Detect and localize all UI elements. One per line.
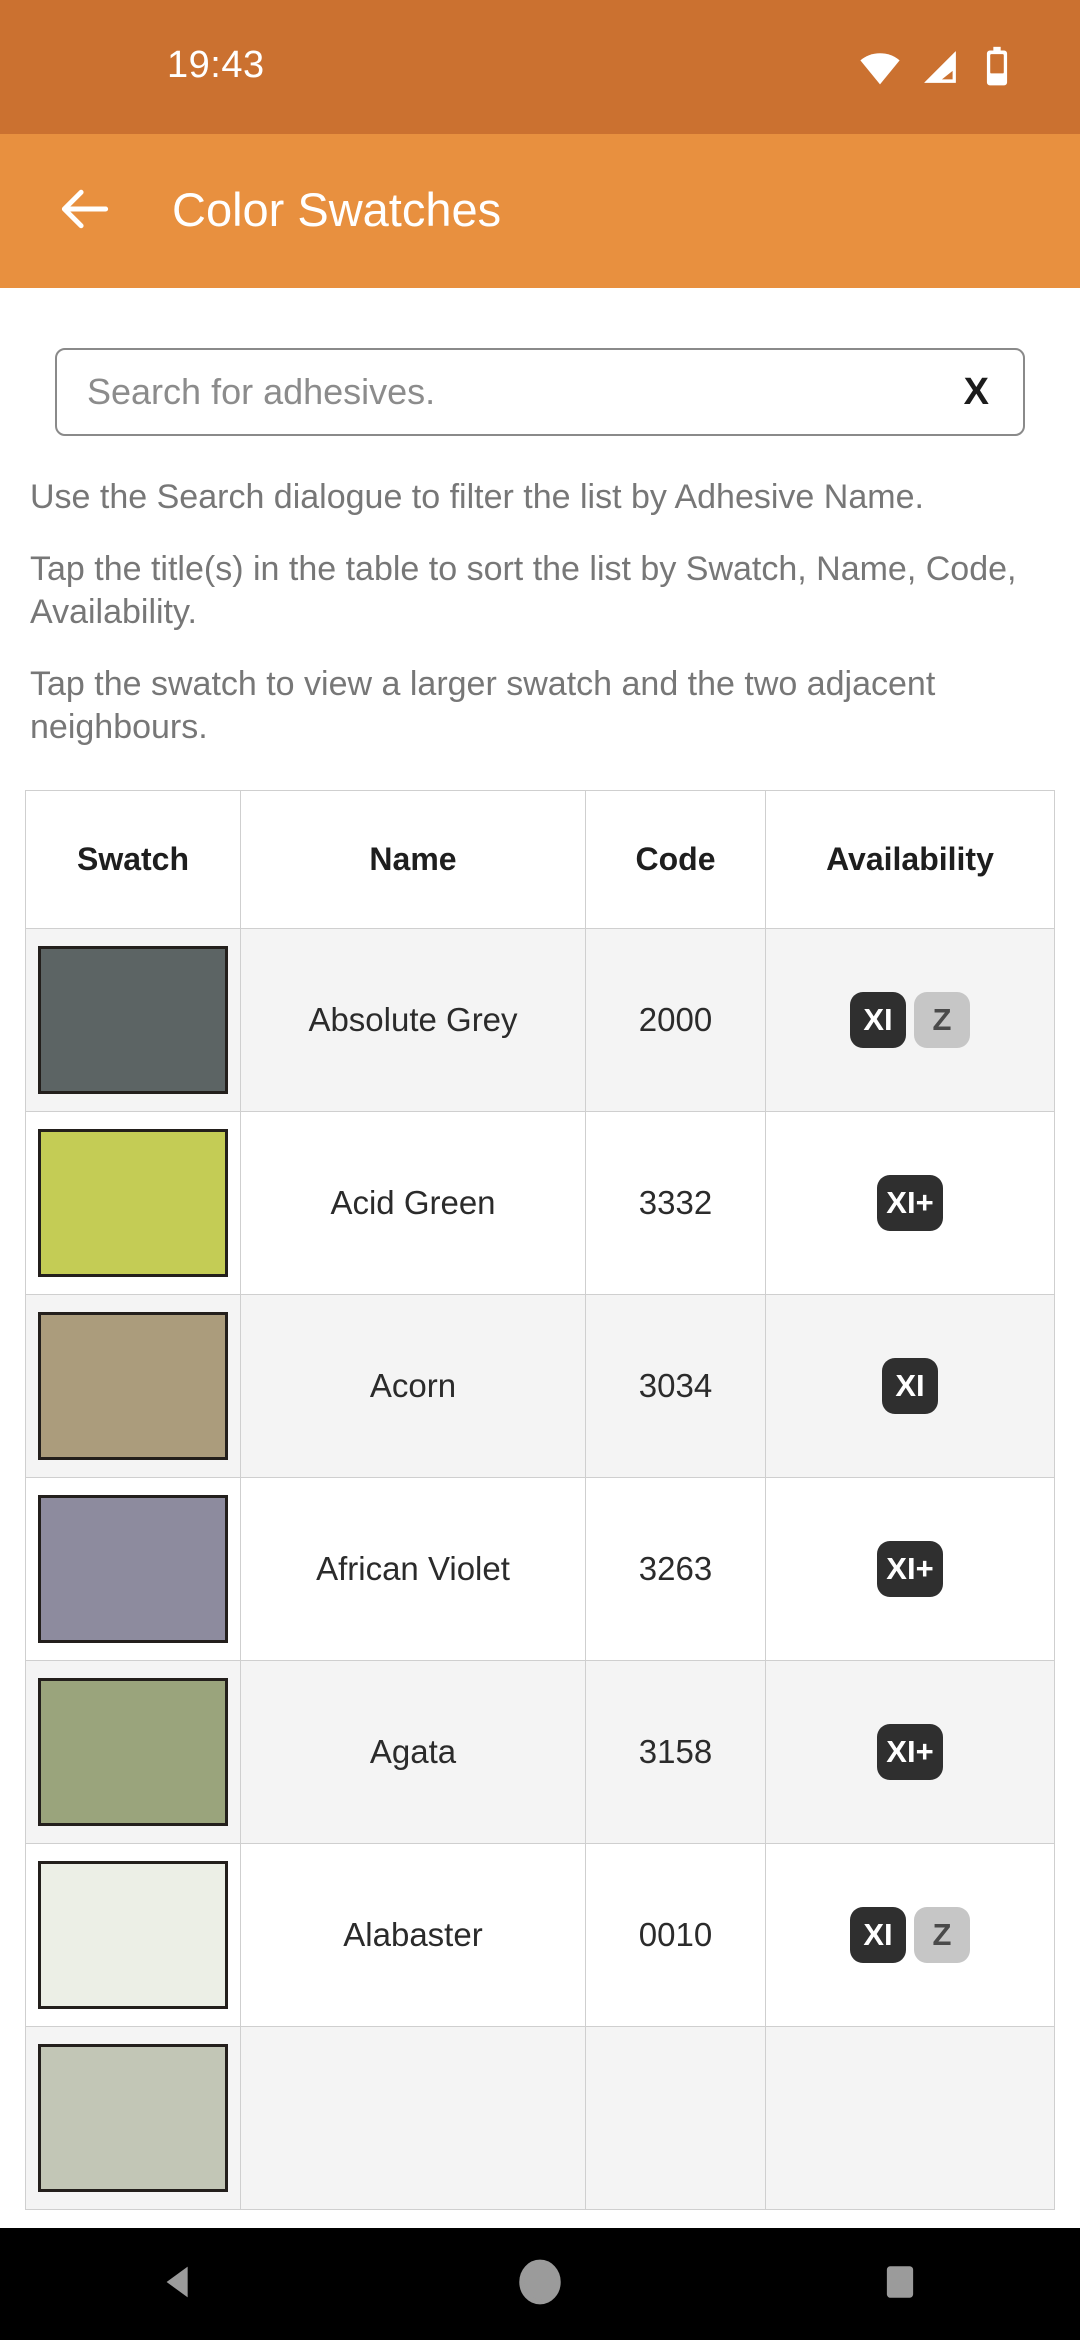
phone-screen: 19:43 Color Swatches Search for adhesive… — [0, 0, 1080, 2340]
wifi-icon — [858, 45, 902, 89]
color-swatch[interactable] — [38, 1311, 228, 1460]
availability-badges: XI+ — [766, 1174, 1054, 1231]
swatch-table-wrap: Swatch Name Code Availability Absolute G… — [0, 778, 1080, 2210]
availability-badges: XI Z — [766, 1906, 1054, 1963]
search-input[interactable] — [87, 371, 958, 413]
status-badge: XI+ — [877, 1174, 943, 1231]
column-header-swatch[interactable]: Swatch — [25, 789, 241, 929]
color-swatch[interactable] — [38, 2043, 228, 2192]
cell-name: Alabaster — [240, 1842, 586, 2027]
instruction-line-2: Tap the title(s) in the table to sort th… — [30, 549, 1017, 632]
cell-code: 2000 — [585, 927, 766, 1112]
cell-code: 0010 — [585, 1842, 766, 2027]
status-badge: XI+ — [877, 1540, 943, 1597]
availability-badges: XI Z — [766, 991, 1054, 1048]
status-clock: 19:43 — [167, 44, 265, 86]
table-row[interactable]: Agata 3158 XI+ — [25, 1659, 1055, 1844]
availability-badges: XI+ — [766, 1540, 1054, 1597]
search-section: X — [0, 288, 1080, 436]
app-bar: Color Swatches — [0, 134, 1080, 288]
cell-name: Agata — [240, 1659, 586, 1844]
instruction-line-1: Use the Search dialogue to filter the li… — [30, 478, 924, 516]
swatch-cell[interactable] — [25, 2025, 241, 2210]
status-badge: XI — [882, 1357, 938, 1414]
swatch-cell[interactable] — [25, 927, 241, 1112]
cell-availability: XI — [765, 1293, 1055, 1478]
cell-availability: XI Z — [765, 927, 1055, 1112]
cell-code: 3263 — [585, 1476, 766, 1661]
battery-icon — [978, 45, 1016, 89]
table-row[interactable] — [25, 2025, 1055, 2210]
back-button[interactable] — [48, 174, 122, 248]
nav-home-button[interactable] — [460, 2228, 620, 2340]
android-nav-bar — [0, 2228, 1080, 2340]
column-header-code[interactable]: Code — [585, 789, 766, 929]
search-clear-button[interactable]: X — [958, 373, 995, 411]
swatch-cell[interactable] — [25, 1293, 241, 1478]
cell-code: 3034 — [585, 1293, 766, 1478]
cell-code: 3332 — [585, 1110, 766, 1295]
instruction-line-3: Tap the swatch to view a larger swatch a… — [30, 664, 936, 747]
color-swatch[interactable] — [38, 1860, 228, 2009]
availability-badges: XI — [766, 1357, 1054, 1414]
column-header-availability[interactable]: Availability — [765, 789, 1055, 929]
color-swatch[interactable] — [38, 1128, 228, 1277]
swatch-cell[interactable] — [25, 1476, 241, 1661]
cell-code: 3158 — [585, 1659, 766, 1844]
cell-name: African Violet — [240, 1476, 586, 1661]
nav-recents-button[interactable] — [820, 2228, 980, 2340]
cell-name: Acid Green — [240, 1110, 586, 1295]
home-circle-icon — [515, 2257, 565, 2312]
recents-square-icon — [879, 2261, 921, 2308]
status-icons — [858, 45, 1040, 89]
cell-availability — [765, 2025, 1055, 2210]
table-header-row: Swatch Name Code Availability — [25, 789, 1055, 929]
table-row[interactable]: Acid Green 3332 XI+ — [25, 1110, 1055, 1295]
cell-availability: XI+ — [765, 1476, 1055, 1661]
page-title: Color Swatches — [172, 182, 502, 236]
color-swatch[interactable] — [38, 1494, 228, 1643]
table-row[interactable]: Alabaster 0010 XI Z — [25, 1842, 1055, 2027]
back-triangle-icon — [157, 2259, 203, 2310]
swatch-table: Swatch Name Code Availability Absolute G… — [25, 789, 1055, 2210]
table-row[interactable]: Acorn 3034 XI — [25, 1293, 1055, 1478]
status-badge: XI — [850, 991, 906, 1048]
table-row[interactable]: Absolute Grey 2000 XI Z — [25, 927, 1055, 1112]
column-header-name[interactable]: Name — [240, 789, 586, 929]
table-row[interactable]: African Violet 3263 XI+ — [25, 1476, 1055, 1661]
search-box[interactable]: X — [55, 348, 1025, 436]
status-badge: XI — [850, 1906, 906, 1963]
color-swatch[interactable] — [38, 1677, 228, 1826]
cell-name: Acorn — [240, 1293, 586, 1478]
availability-badges: XI+ — [766, 1723, 1054, 1780]
main-content: X Use the Search dialogue to filter the … — [0, 288, 1080, 2340]
swatch-cell[interactable] — [25, 1659, 241, 1844]
cell-availability: XI+ — [765, 1110, 1055, 1295]
cell-name — [240, 2025, 586, 2210]
nav-back-button[interactable] — [100, 2228, 260, 2340]
swatch-table-body: Absolute Grey 2000 XI Z Acid Green 3332 XI+ Aco… — [25, 927, 1055, 2210]
status-badge: Z — [914, 1906, 970, 1963]
swatch-cell[interactable] — [25, 1110, 241, 1295]
status-bar: 19:43 — [0, 0, 1080, 134]
cell-code — [585, 2025, 766, 2210]
signal-icon — [919, 46, 961, 88]
instructions-block: Use the Search dialogue to filter the li… — [0, 436, 1080, 750]
cell-name: Absolute Grey — [240, 927, 586, 1112]
color-swatch[interactable] — [38, 945, 228, 1094]
cell-availability: XI+ — [765, 1659, 1055, 1844]
back-arrow-icon — [54, 178, 116, 245]
status-badge: XI+ — [877, 1723, 943, 1780]
swatch-cell[interactable] — [25, 1842, 241, 2027]
status-badge: Z — [914, 991, 970, 1048]
cell-availability: XI Z — [765, 1842, 1055, 2027]
